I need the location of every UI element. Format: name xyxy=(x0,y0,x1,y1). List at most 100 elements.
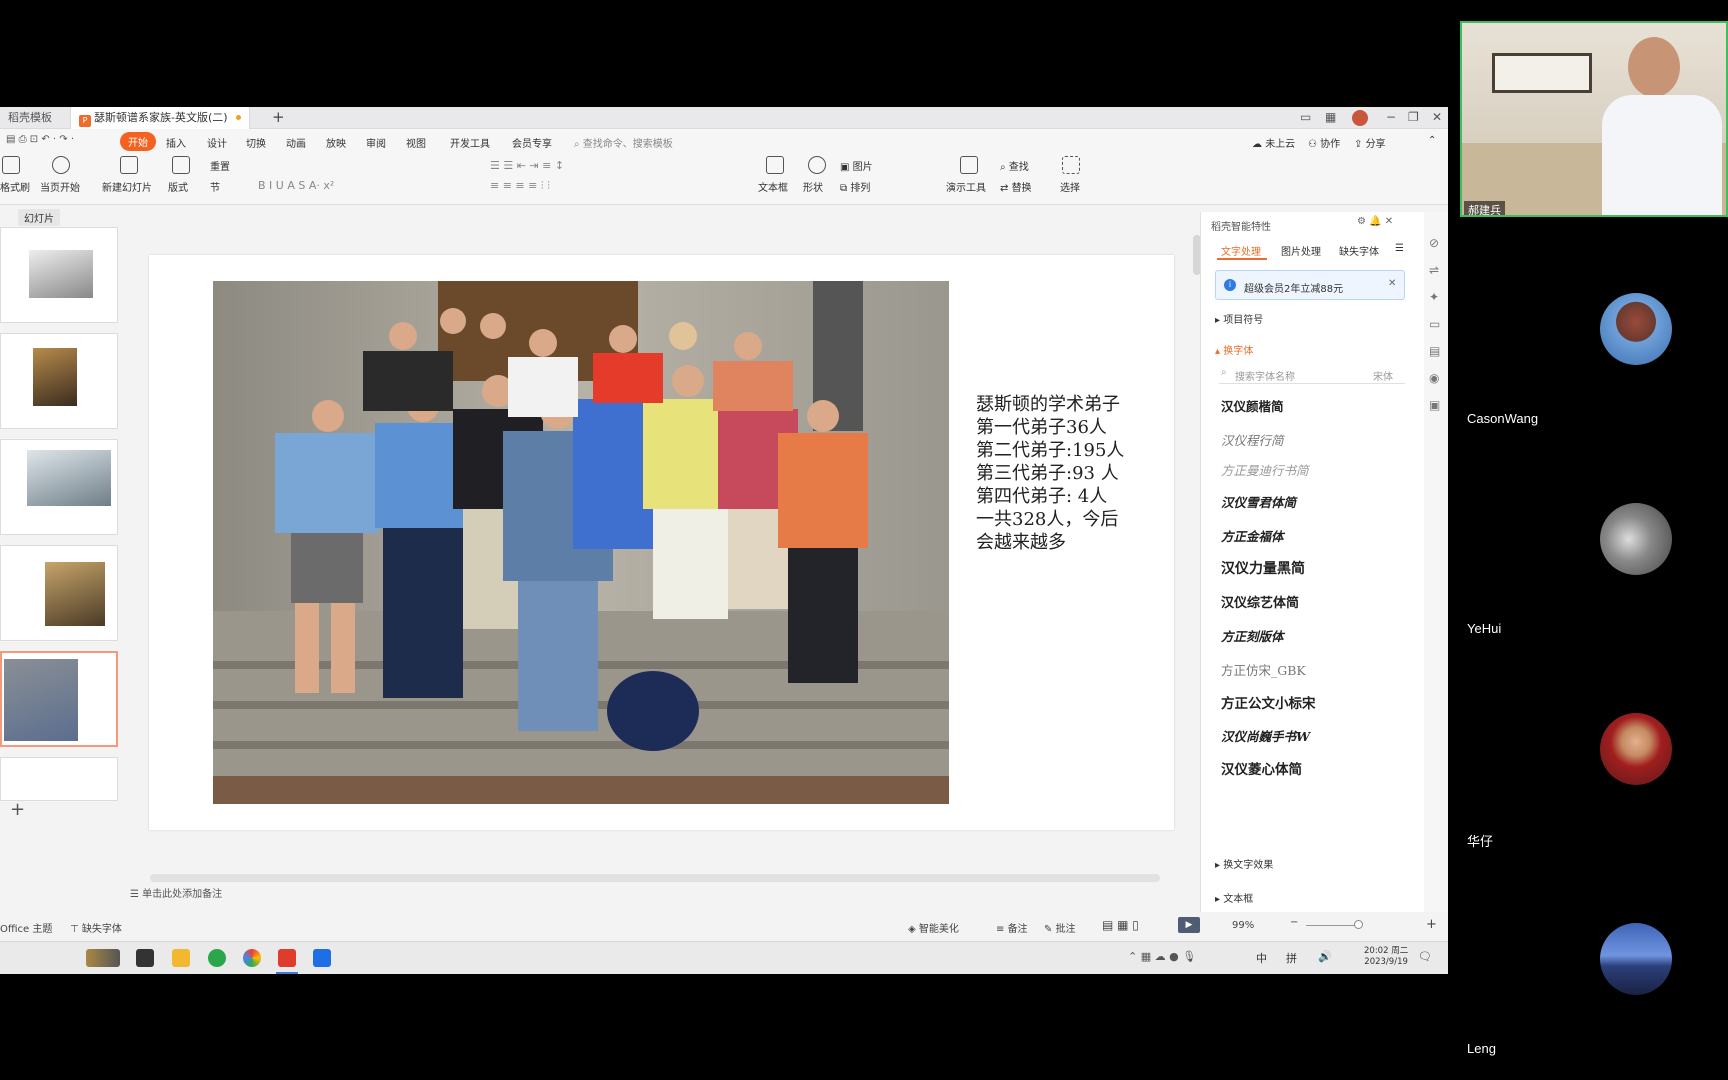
panel-header-icons[interactable]: ⚙ 🔔 ✕ xyxy=(1357,216,1393,227)
participant-avatar[interactable] xyxy=(1600,923,1672,995)
menu-design[interactable]: 设计 xyxy=(207,135,227,150)
slide-thumbnail-active[interactable] xyxy=(0,651,118,747)
participant-avatar[interactable] xyxy=(1600,503,1672,575)
slide-thumbnail[interactable] xyxy=(0,545,118,641)
command-search[interactable]: ⌕ 查找命令、搜索模板 xyxy=(574,135,673,150)
folder-icon[interactable] xyxy=(172,949,190,967)
format-painter-button[interactable]: 格式刷 xyxy=(0,179,30,194)
horizontal-scrollbar[interactable] xyxy=(150,874,1160,882)
font-option[interactable]: 方正仿宋_GBK xyxy=(1221,660,1306,679)
slide-thumbnail[interactable] xyxy=(0,439,118,535)
promo-banner[interactable]: i 超级会员2年立减88元 ✕ xyxy=(1215,270,1405,300)
comment-button[interactable]: ✎ 批注 xyxy=(1044,920,1076,935)
clock[interactable]: 20:02 周二 2023/9/19 xyxy=(1364,946,1408,968)
menu-transition[interactable]: 切换 xyxy=(246,135,266,150)
play-slideshow-icon[interactable]: ▶ xyxy=(1178,917,1200,933)
zoom-slider-thumb[interactable] xyxy=(1354,920,1363,929)
presenter-tools-button[interactable]: 演示工具 xyxy=(946,179,986,194)
slide-text-box[interactable]: 瑟斯顿的学术弟子 第一代弟子36人 第二代弟子:195人 第三代弟子:93 人 … xyxy=(976,393,1146,554)
chrome-icon[interactable] xyxy=(243,949,261,967)
zoom-out-icon[interactable]: − xyxy=(1290,917,1298,928)
play-from-current-button[interactable]: 当页开始 xyxy=(40,179,80,194)
minimize-icon[interactable]: − xyxy=(1386,110,1396,124)
participant-avatar[interactable] xyxy=(1600,293,1672,365)
panel-tool-icons[interactable]: ⊘ ⇌ ✦ ▭ ▤ ◉ ▣ xyxy=(1429,230,1440,419)
meeting-app-icon[interactable] xyxy=(313,949,331,967)
collapse-ribbon-icon[interactable]: ⌃ xyxy=(1428,135,1436,146)
wps-icon[interactable] xyxy=(278,949,296,967)
align-icons[interactable]: ≡ ≡ ≡ ≡ ⫶ ⫶ xyxy=(490,179,550,193)
font-option[interactable]: 方正金福体 xyxy=(1221,526,1284,545)
missing-font-button[interactable]: ⊤ 缺失字体 xyxy=(70,920,122,935)
menu-developer[interactable]: 开发工具 xyxy=(450,135,490,150)
slide-thumbnail[interactable] xyxy=(0,757,118,801)
collaborate-button[interactable]: ⚇ 协作 xyxy=(1308,135,1340,150)
volume-icon[interactable]: 🔊 xyxy=(1318,950,1332,963)
add-slide-icon[interactable]: + xyxy=(10,799,25,820)
shape-button[interactable]: 形状 xyxy=(803,179,823,194)
restore-icon[interactable]: ❐ xyxy=(1408,110,1419,124)
view-mode-icons[interactable]: ▤ ▦ ▯ xyxy=(1102,918,1139,932)
font-option[interactable]: 汉仪程行简 xyxy=(1221,430,1284,449)
share-button[interactable]: ⇪ 分享 xyxy=(1354,135,1386,150)
font-option[interactable]: 汉仪尚巍手书W xyxy=(1221,726,1310,745)
close-icon[interactable]: ✕ xyxy=(1432,110,1442,124)
font-option[interactable]: 汉仪综艺体简 xyxy=(1221,592,1299,611)
notes-area[interactable]: ☰ 单击此处添加备注 xyxy=(130,885,1190,905)
tab-missing-fonts[interactable]: 缺失字体 xyxy=(1339,243,1379,258)
participant-avatar[interactable] xyxy=(1600,713,1672,785)
text-format-icons[interactable]: B I U A S A· x² xyxy=(258,179,334,192)
font-option[interactable]: 汉仪力量黑简 xyxy=(1221,558,1305,578)
zoom-value[interactable]: 99% xyxy=(1232,920,1254,931)
tab-document[interactable]: P 瑟斯顿谱系家族-英文版(二) xyxy=(70,107,250,129)
notes-toggle-button[interactable]: ≡ 备注 xyxy=(996,920,1028,935)
replace-button[interactable]: ⇄ 替换 xyxy=(1000,179,1032,194)
section-change-font[interactable]: ▴ 换字体 xyxy=(1215,342,1253,357)
tab-image-processing[interactable]: 图片处理 xyxy=(1281,243,1321,258)
ime-pinyin[interactable]: 拼 xyxy=(1286,950,1297,966)
slide-thumbnail[interactable] xyxy=(0,227,118,323)
cloud-status[interactable]: ☁ 未上云 xyxy=(1252,135,1295,150)
zoom-slider[interactable] xyxy=(1306,925,1358,926)
new-tab-button[interactable]: + xyxy=(272,108,285,126)
arrange-button[interactable]: ⧉ 排列 xyxy=(840,179,870,194)
font-option[interactable]: 方正曼迪行书简 xyxy=(1221,460,1309,479)
theme-label[interactable]: Office 主题 xyxy=(0,920,52,935)
active-speaker-video[interactable]: 郝建兵 xyxy=(1460,21,1728,217)
layout-button[interactable]: 版式 xyxy=(168,179,188,194)
quick-access-icons[interactable]: ▤ ⎙ ⊡ ↶ · ↷ · xyxy=(6,134,74,145)
taskview-icon[interactable] xyxy=(136,949,154,967)
new-slide-button[interactable]: 新建幻灯片 xyxy=(102,179,152,194)
panel-menu-icon[interactable]: ☰ xyxy=(1395,243,1404,254)
user-avatar[interactable] xyxy=(1352,110,1368,126)
close-promo-icon[interactable]: ✕ xyxy=(1388,278,1396,289)
slide-thumbnail[interactable] xyxy=(0,333,118,429)
menu-review[interactable]: 审阅 xyxy=(366,135,386,150)
menu-slideshow[interactable]: 放映 xyxy=(326,135,346,150)
menu-animation[interactable]: 动画 xyxy=(286,135,306,150)
smart-beautify-button[interactable]: ◈ 智能美化 xyxy=(908,920,959,935)
font-option[interactable]: 方正公文小标宋 xyxy=(1221,692,1316,712)
select-button[interactable]: 选择 xyxy=(1060,179,1080,194)
tab-slides[interactable]: 幻灯片 xyxy=(18,209,60,226)
tab-text-processing[interactable]: 文字处理 xyxy=(1221,243,1261,258)
wechat-icon[interactable] xyxy=(208,949,226,967)
paragraph-icons[interactable]: ☰ ☰ ⇤ ⇥ ≡ ↕ xyxy=(490,159,564,172)
menu-member[interactable]: 会员专享 xyxy=(512,135,552,150)
ship-app-icon[interactable] xyxy=(86,949,120,967)
find-button[interactable]: ⌕ 查找 xyxy=(1000,158,1029,173)
font-option[interactable]: 汉仪雪君体简 xyxy=(1221,492,1296,511)
ime-mode[interactable]: 中 xyxy=(1256,950,1267,966)
section-bullets[interactable]: ▸ 项目符号 xyxy=(1215,311,1263,326)
font-option[interactable]: 汉仪颜楷简 xyxy=(1221,396,1284,415)
zoom-in-icon[interactable]: + xyxy=(1426,917,1437,932)
menu-view[interactable]: 视图 xyxy=(406,135,426,150)
menu-insert[interactable]: 插入 xyxy=(166,135,186,150)
menu-start[interactable]: 开始 xyxy=(120,132,156,151)
textbox-button[interactable]: 文本框 xyxy=(758,179,788,194)
reset-button[interactable]: 重置 xyxy=(210,158,230,173)
picture-button[interactable]: ▣ 图片 xyxy=(840,158,873,173)
group-photo[interactable] xyxy=(213,281,949,804)
section-button[interactable]: 节 xyxy=(210,179,220,194)
font-option[interactable]: 方正刻版体 xyxy=(1221,626,1284,645)
